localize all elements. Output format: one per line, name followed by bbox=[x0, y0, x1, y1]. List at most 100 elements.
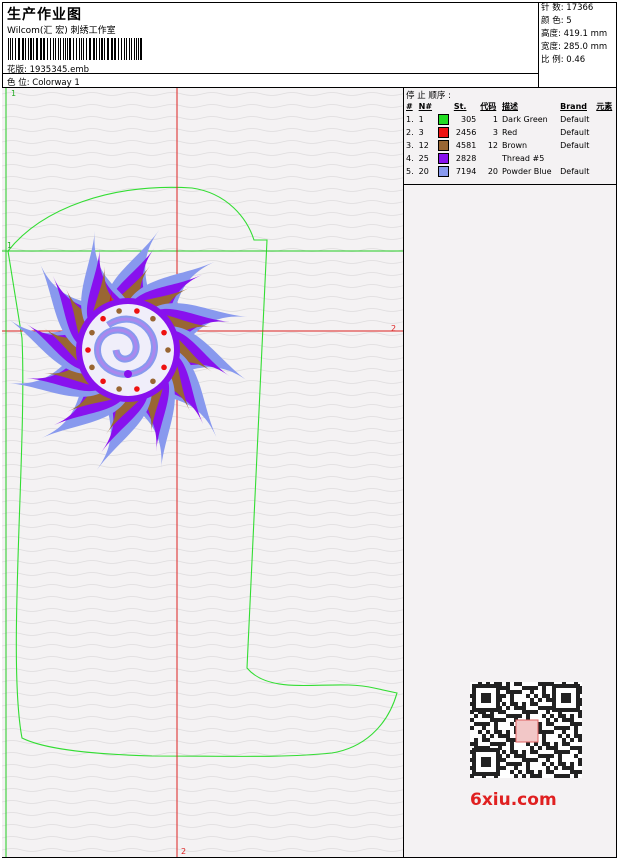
ring-dot bbox=[100, 315, 106, 322]
row-brand: Default bbox=[560, 141, 590, 150]
marker-hline-right: 2 bbox=[391, 324, 397, 333]
barcode-bar bbox=[25, 38, 26, 60]
row-brand bbox=[558, 152, 594, 165]
barcode-bar bbox=[30, 38, 32, 60]
design-canvas bbox=[2, 88, 403, 857]
barcode-bar bbox=[43, 38, 45, 60]
row-needle: 12 bbox=[418, 141, 429, 150]
row-element bbox=[594, 113, 616, 126]
row-stitches: 4581 bbox=[455, 141, 477, 150]
barcode-bar bbox=[73, 38, 74, 60]
ring-dot bbox=[150, 378, 156, 385]
design-stats: 针 数: 17366 颜 色: 5 高度: 419.1 mm 宽度: 285.0… bbox=[541, 2, 613, 67]
table-row: 3. 12 4581 12 Brown Default bbox=[404, 139, 616, 152]
barcode-bar bbox=[131, 38, 132, 60]
row-needle: 3 bbox=[418, 128, 424, 137]
row-index: 5. bbox=[406, 167, 414, 176]
col-brand: Brand bbox=[560, 102, 587, 111]
barcode-bar bbox=[118, 38, 119, 60]
barcode-bar bbox=[22, 38, 24, 60]
ring-dot bbox=[116, 386, 122, 392]
row-stitches: 305 bbox=[461, 115, 477, 124]
color-swatch bbox=[437, 166, 449, 177]
barcode-bar bbox=[124, 38, 125, 60]
page-title: 生产作业图 bbox=[7, 7, 82, 23]
ring-dot bbox=[89, 364, 95, 371]
barcode-bar bbox=[89, 38, 91, 60]
barcode-bar bbox=[79, 38, 80, 60]
row-index: 4. bbox=[406, 154, 414, 163]
barcode-bar bbox=[67, 38, 68, 60]
table-row: 2. 3 2456 3 Red Default bbox=[404, 126, 616, 139]
barcode-bar bbox=[99, 38, 100, 60]
row-brand: Default bbox=[560, 128, 590, 137]
row-element bbox=[594, 139, 616, 152]
swirl-dot bbox=[124, 370, 132, 378]
col-needle: N# bbox=[418, 102, 433, 111]
header-vertical-divider bbox=[538, 2, 539, 88]
marker-hline-left: 1 bbox=[7, 241, 13, 250]
barcode-bar bbox=[129, 38, 130, 60]
barcode-bar bbox=[36, 38, 38, 60]
row-stitches: 2456 bbox=[455, 128, 477, 137]
barcode-bar bbox=[12, 38, 13, 60]
row-code: 20 bbox=[487, 167, 498, 176]
row-description: Thread #5 bbox=[502, 154, 545, 163]
barcode-bar bbox=[65, 38, 66, 60]
barcode-bar bbox=[47, 38, 48, 60]
marker-bottom: 2 bbox=[181, 847, 187, 856]
fabric-texture bbox=[2, 88, 403, 857]
row-stitches: 2828 bbox=[455, 154, 477, 163]
barcode-bar bbox=[111, 38, 113, 60]
barcode-bar bbox=[121, 38, 122, 60]
barcode-bar bbox=[126, 38, 127, 60]
col-element: 元素 bbox=[596, 102, 613, 111]
barcode-bar bbox=[55, 38, 56, 60]
col-description: 描述 bbox=[502, 102, 518, 111]
ring-dot bbox=[89, 329, 95, 336]
barcode-bar bbox=[101, 38, 103, 60]
col-index: # bbox=[406, 102, 413, 111]
barcode-bar bbox=[104, 38, 105, 60]
row-description: Brown bbox=[502, 141, 528, 150]
row-code bbox=[478, 152, 500, 165]
ring-dot bbox=[100, 378, 106, 385]
barcode-bar bbox=[18, 38, 20, 60]
barcode-bar bbox=[15, 38, 16, 60]
stitch-count: 针 数: 17366 bbox=[541, 3, 594, 13]
row-swatch bbox=[436, 152, 452, 165]
barcode-bar bbox=[93, 38, 95, 60]
ring-dot bbox=[134, 386, 140, 392]
barcode bbox=[8, 38, 142, 60]
table-row: 1. 1 305 1 Dark Green Default bbox=[404, 113, 616, 126]
barcode-bar bbox=[136, 38, 137, 60]
barcode-bar bbox=[140, 38, 142, 60]
row-code: 1 bbox=[492, 115, 498, 124]
design-preview: 1 1 2 2 bbox=[2, 88, 403, 857]
barcode-bar bbox=[63, 38, 64, 60]
row-brand: Default bbox=[560, 115, 590, 124]
barcode-bar bbox=[33, 38, 34, 60]
barcode-bar bbox=[134, 38, 135, 60]
design-width: 宽度: 285.0 mm bbox=[541, 42, 608, 52]
row-description: Dark Green bbox=[502, 115, 548, 124]
table-header-row: # N# St. 代码 描述 Brand 元素 bbox=[404, 100, 616, 113]
barcode-bar bbox=[69, 38, 71, 60]
row-needle: 20 bbox=[418, 167, 429, 176]
row-index: 3. bbox=[406, 141, 414, 150]
barcode-bar bbox=[28, 38, 29, 60]
ring-dot bbox=[161, 329, 167, 336]
table-row: 5. 20 7194 20 Powder Blue Default bbox=[404, 165, 616, 178]
row-description: Red bbox=[502, 128, 518, 137]
row-needle: 25 bbox=[418, 154, 429, 163]
row-swatch bbox=[436, 126, 452, 139]
barcode-bar bbox=[114, 38, 116, 60]
barcode-bar bbox=[76, 38, 77, 60]
barcode-bar bbox=[8, 38, 9, 60]
ring-dot bbox=[150, 315, 156, 322]
barcode-bar bbox=[138, 38, 139, 60]
color-swatch bbox=[437, 153, 449, 164]
ring-dot bbox=[165, 347, 171, 353]
stop-sequence-table: # N# St. 代码 描述 Brand 元素 1. 1 305 1 Dark Gree… bbox=[404, 100, 616, 178]
barcode-bar bbox=[10, 38, 11, 60]
